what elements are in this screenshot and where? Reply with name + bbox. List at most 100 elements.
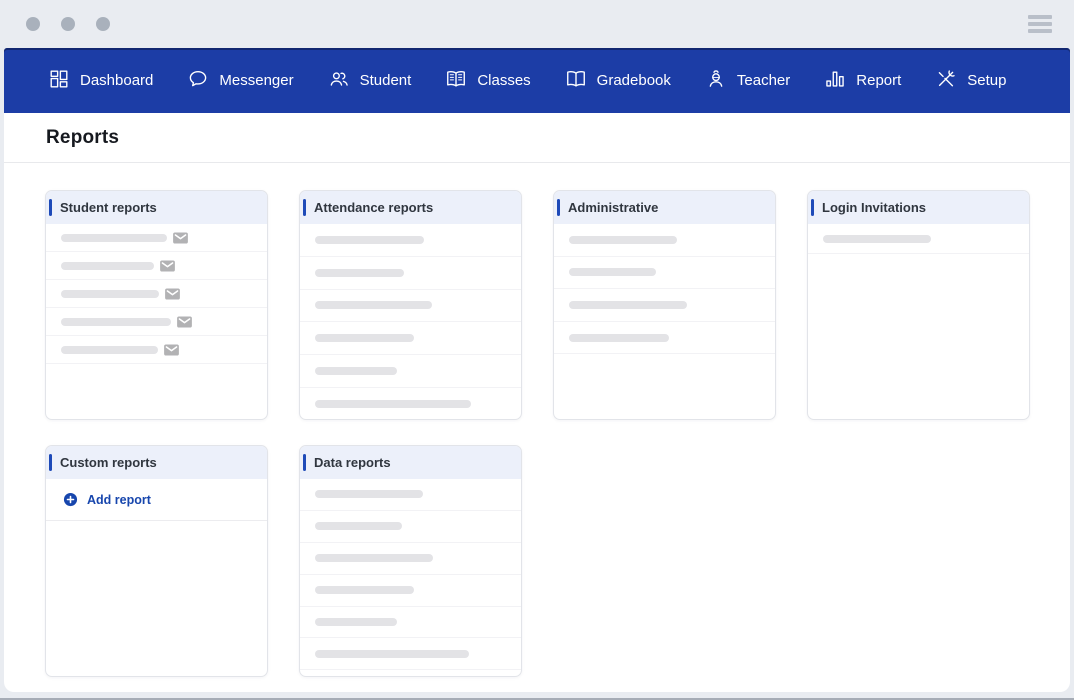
page-header: Reports <box>4 113 1070 163</box>
nav-item-dashboard[interactable]: Dashboard <box>48 68 153 94</box>
card-header: Student reports <box>46 191 267 224</box>
report-skeleton-row[interactable] <box>808 224 1029 254</box>
card-title: Student reports <box>60 200 157 215</box>
skeleton-pill <box>315 586 414 594</box>
hamburger-menu-icon[interactable] <box>1028 11 1052 37</box>
report-skeleton-row[interactable] <box>300 479 521 511</box>
report-skeleton-row[interactable] <box>46 280 267 308</box>
book-lines-icon <box>445 68 467 94</box>
skeleton-pill <box>315 301 432 309</box>
skeleton-pill <box>61 234 167 242</box>
skeleton-pill <box>315 334 414 342</box>
skeleton-pill <box>569 334 669 342</box>
skeleton-pill <box>315 400 471 408</box>
skeleton-pill <box>315 269 404 277</box>
report-skeleton-row[interactable] <box>300 388 521 420</box>
nav-label: Messenger <box>219 72 293 89</box>
mail-icon <box>177 316 192 328</box>
nav-label: Setup <box>967 72 1006 89</box>
skeleton-pill <box>315 618 397 626</box>
card-header: Login Invitations <box>808 191 1029 224</box>
card-accent-bar <box>303 199 306 216</box>
card-accent-bar <box>303 454 306 471</box>
nav-item-student[interactable]: Student <box>328 68 412 94</box>
window-dot-1[interactable] <box>26 17 40 31</box>
report-skeleton-row[interactable] <box>554 224 775 257</box>
card-title: Attendance reports <box>314 200 433 215</box>
report-skeleton-row[interactable] <box>300 575 521 607</box>
add-report-label: Add report <box>87 493 151 507</box>
report-skeleton-row[interactable] <box>46 308 267 336</box>
report-skeleton-row[interactable] <box>300 543 521 575</box>
app-window: Dashboard Messenger Student Classes <box>0 0 1074 700</box>
nav-label: Teacher <box>737 72 790 89</box>
nav-item-classes[interactable]: Classes <box>445 68 530 94</box>
card-title: Data reports <box>314 455 391 470</box>
card-login-invitations: Login Invitations <box>807 190 1030 420</box>
nav-item-gradebook[interactable]: Gradebook <box>565 68 671 94</box>
report-skeleton-row[interactable] <box>554 289 775 322</box>
nav-item-teacher[interactable]: Teacher <box>705 68 790 94</box>
skeleton-pill <box>569 236 677 244</box>
report-skeleton-row[interactable] <box>300 224 521 257</box>
skeleton-pill <box>61 290 159 298</box>
main-navbar: Dashboard Messenger Student Classes <box>4 48 1070 113</box>
nav-item-messenger[interactable]: Messenger <box>187 68 293 94</box>
people-icon <box>328 68 350 94</box>
card-body <box>300 479 521 670</box>
report-skeleton-row[interactable] <box>554 257 775 290</box>
card-body <box>554 224 775 354</box>
card-body <box>300 224 521 420</box>
window-dot-2[interactable] <box>61 17 75 31</box>
app-frame: Dashboard Messenger Student Classes <box>4 48 1070 692</box>
card-header: Attendance reports <box>300 191 521 224</box>
card-custom-reports: Custom reports Add report <box>45 445 268 677</box>
report-skeleton-row[interactable] <box>300 355 521 388</box>
report-skeleton-row[interactable] <box>554 322 775 355</box>
report-skeleton-row[interactable] <box>300 511 521 543</box>
dashboard-icon <box>48 68 70 94</box>
skeleton-pill <box>569 268 656 276</box>
card-student-reports: Student reports <box>45 190 268 420</box>
report-skeleton-row[interactable] <box>300 638 521 670</box>
card-accent-bar <box>49 199 52 216</box>
card-attendance-reports: Attendance reports <box>299 190 522 420</box>
skeleton-pill <box>61 318 171 326</box>
mail-icon <box>160 260 175 272</box>
card-accent-bar <box>49 454 52 471</box>
skeleton-pill <box>315 236 424 244</box>
report-skeleton-row[interactable] <box>300 322 521 355</box>
mail-icon <box>164 344 179 356</box>
mail-icon <box>173 232 188 244</box>
nav-item-report[interactable]: Report <box>824 68 901 94</box>
window-dot-3[interactable] <box>96 17 110 31</box>
report-skeleton-row[interactable] <box>46 336 267 364</box>
report-skeleton-row[interactable] <box>300 257 521 290</box>
card-header: Data reports <box>300 446 521 479</box>
nav-item-setup[interactable]: Setup <box>935 68 1006 94</box>
card-data-reports: Data reports <box>299 445 522 677</box>
add-report-button[interactable]: Add report <box>46 479 267 521</box>
chat-bubble-icon <box>187 68 209 94</box>
card-accent-bar <box>811 199 814 216</box>
card-header: Custom reports <box>46 446 267 479</box>
report-cards-grid: Student reports Attendance reports Admin… <box>4 163 1070 677</box>
skeleton-pill <box>315 554 433 562</box>
card-header: Administrative <box>554 191 775 224</box>
open-book-icon <box>565 68 587 94</box>
report-skeleton-row[interactable] <box>300 607 521 639</box>
skeleton-pill <box>823 235 931 243</box>
nav-label: Gradebook <box>597 72 671 89</box>
card-body <box>46 224 267 364</box>
card-accent-bar <box>557 199 560 216</box>
add-circle-icon <box>63 492 78 507</box>
card-body <box>808 224 1029 254</box>
report-skeleton-row[interactable] <box>300 290 521 323</box>
nav-label: Dashboard <box>80 72 153 89</box>
report-skeleton-row[interactable] <box>46 252 267 280</box>
nav-label: Student <box>360 72 412 89</box>
bar-chart-icon <box>824 68 846 94</box>
report-skeleton-row[interactable] <box>46 224 267 252</box>
card-body: Add report <box>46 479 267 521</box>
card-title: Custom reports <box>60 455 157 470</box>
